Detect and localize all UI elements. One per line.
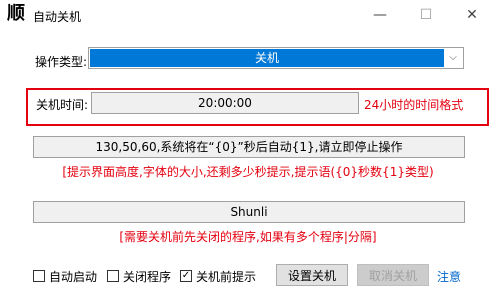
title-bar: 顺 自动关机 — ☐ ✕	[0, 0, 495, 30]
window-title: 自动关机	[33, 10, 82, 24]
app-icon: 顺	[7, 3, 25, 24]
cancel-shutdown-button[interactable]: 取消关机	[357, 264, 429, 286]
prompt-before-shutdown-checkbox[interactable]: 关机前提示	[180, 268, 256, 284]
close-programs-checkbox[interactable]: 关闭程序	[107, 268, 171, 284]
operation-type-label: 操作类型:	[35, 55, 88, 69]
programs-hint: [需要关机前先关闭的程序,如果有多个程序|分隔]	[119, 230, 377, 244]
operation-type-select[interactable]: 关机 ⌵	[88, 47, 464, 69]
auto-start-label: 自动启动	[49, 269, 98, 284]
auto-start-checkbox[interactable]: 自动启动	[33, 268, 97, 284]
prompt-config-input[interactable]: 130,50,60,系统将在“{0}”秒后自动{1},请立即停止操作	[33, 136, 465, 158]
maximize-button[interactable]: ☐	[403, 0, 449, 30]
prompt-before-label: 关机前提示	[196, 269, 257, 284]
prompt-config-hint: [提示界面高度,字体的大小,还剩多少秒提示,提示语({0}秒数{1}类型)	[62, 165, 434, 179]
close-button[interactable]: ✕	[449, 0, 495, 30]
time-format-hint: 24小时的时间格式	[364, 98, 464, 112]
prompt-before-checkbox-box[interactable]	[180, 270, 192, 282]
set-shutdown-button[interactable]: 设置关机	[276, 264, 348, 286]
shutdown-time-input[interactable]: 20:00:00	[91, 92, 359, 114]
shutdown-time-label: 关机时间:	[36, 98, 89, 112]
programs-to-close-input[interactable]: Shunli	[33, 201, 465, 223]
close-programs-checkbox-box[interactable]	[107, 270, 119, 282]
note-link[interactable]: 注意	[437, 268, 461, 285]
operation-type-value: 关机	[90, 49, 444, 67]
close-programs-label: 关闭程序	[123, 269, 172, 284]
chevron-down-icon[interactable]: ⌵	[446, 49, 460, 67]
minimize-button[interactable]: —	[357, 0, 403, 30]
auto-start-checkbox-box[interactable]	[33, 270, 45, 282]
